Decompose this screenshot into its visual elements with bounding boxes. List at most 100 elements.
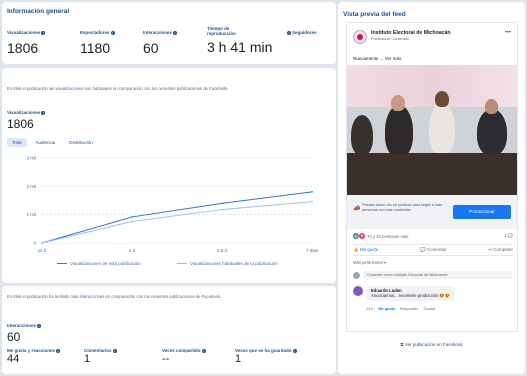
- chart-point: [41, 242, 43, 244]
- info-icon[interactable]: i: [41, 30, 46, 35]
- chart-y-tick: 3 mil: [26, 156, 36, 161]
- interactions-note: En total el publicación ha recibido más …: [7, 294, 222, 299]
- like-label: Me gusta: [359, 247, 379, 252]
- comments-count-row[interactable]: 1 💬: [504, 233, 513, 239]
- overview-card: Información general Visualizaciones i 18…: [2, 2, 336, 64]
- comment-reply-button[interactable]: Responder: [400, 307, 419, 311]
- tab-distribution[interactable]: Distribución: [64, 138, 98, 147]
- metric-viewers: Espectadores i 1180: [80, 30, 115, 56]
- preview-title: Vista previa del feed: [343, 11, 406, 18]
- comment-text: Anunciamos... excelente producción 😍😍: [371, 293, 450, 298]
- page-logo-icon[interactable]: [353, 30, 367, 44]
- reactions-summary[interactable]: 👍 ♥ Tú y 43 personas más: [353, 233, 408, 239]
- chart-point: [221, 208, 223, 211]
- comment-like-button[interactable]: Me gusta: [378, 307, 394, 311]
- facebook-post: Instituto Electoral de Michoacán Publica…: [346, 22, 518, 332]
- sub-saved-label: Veces que se ha guardado: [235, 348, 292, 353]
- megaphone-icon: 📣: [353, 206, 361, 212]
- sub-comments-value: 1: [84, 353, 91, 365]
- metric-watch-time-value: 3 h 41 min: [207, 39, 273, 55]
- share-button[interactable]: ↪ Compartir: [488, 247, 513, 253]
- sub-reactions-value: 44: [7, 353, 20, 365]
- metric-followers-label: Seguidores: [292, 30, 317, 35]
- comments-count: 1: [504, 233, 507, 238]
- sub-saved: Veces que se ha guardado i 1: [235, 348, 297, 365]
- comment-hide-button[interactable]: Ocultar: [423, 307, 435, 311]
- view-on-facebook-link[interactable]: ⧉ Ver publicación en Facebook: [338, 342, 525, 347]
- comment-sort-dropdown[interactable]: Más pertinentes ▾: [353, 260, 386, 265]
- info-icon[interactable]: i: [292, 348, 297, 353]
- chart-y-tick: 0: [33, 241, 36, 246]
- like-button[interactable]: 👍 Me gusta: [353, 247, 378, 253]
- interactions-value: 60: [7, 330, 21, 344]
- comment-button[interactable]: 💬 Comentar: [420, 247, 447, 253]
- metric-interactions-value: 60: [143, 40, 159, 56]
- photo-person: [385, 105, 413, 157]
- commenter-avatar[interactable]: [353, 286, 363, 296]
- chart-point: [131, 220, 133, 223]
- tab-audience[interactable]: Audiencia: [31, 138, 61, 147]
- photo-table: [347, 153, 517, 195]
- comment-label: Comentar: [426, 247, 447, 252]
- chart-point: [221, 202, 223, 205]
- chart-x-tick: 12 h: [38, 248, 47, 253]
- metric-views: Visualizaciones i 1806: [7, 30, 46, 56]
- views-note: En total el publicación las visualizacio…: [7, 86, 229, 91]
- avatar: [353, 271, 360, 279]
- post-meta: Publicación Contenido: [371, 37, 409, 41]
- chart-legend-label: Visualizaciones habituales de tu publica…: [190, 261, 278, 266]
- post-photo[interactable]: [347, 65, 517, 195]
- info-icon[interactable]: i: [56, 348, 61, 353]
- photo-person: [351, 115, 373, 155]
- info-icon[interactable]: i: [37, 323, 42, 328]
- photo-person: [391, 95, 405, 111]
- share-label: Compartir: [493, 247, 513, 252]
- info-icon[interactable]: i: [201, 348, 206, 353]
- views-label-row: Visualizaciones i: [7, 110, 46, 115]
- tab-total[interactable]: Total: [7, 138, 27, 147]
- metric-viewers-value: 1180: [80, 40, 111, 56]
- metric-followers: i Seguidores: [287, 30, 317, 40]
- photo-person: [485, 99, 498, 114]
- interactions-card: En total el publicación ha recibido más …: [2, 286, 336, 374]
- page-name[interactable]: Instituto Electoral de Michoacán: [371, 30, 451, 36]
- sub-shares: Veces compartido i --: [162, 348, 206, 365]
- comment-input[interactable]: Comenta como Instituto Electoral de Mich…: [363, 271, 513, 279]
- chart-x-tick: 2 d: [129, 248, 136, 253]
- more-options-icon[interactable]: •••: [505, 30, 511, 36]
- metric-viewers-label: Espectadores: [80, 30, 110, 35]
- info-icon[interactable]: i: [287, 30, 291, 35]
- photo-person: [435, 91, 449, 107]
- interactions-label: Interacciones: [7, 323, 37, 328]
- comment-item: Eduardo Luden Anunciamos... excelente pr…: [353, 286, 455, 301]
- photo-person: [429, 103, 455, 155]
- chart-point: [131, 216, 133, 218]
- metric-views-value: 1806: [7, 40, 39, 56]
- sub-shares-value: --: [162, 353, 170, 365]
- overview-title: Información general: [7, 8, 70, 15]
- comment-time: 13 h: [366, 307, 374, 311]
- chart-y-tick: 1 mil: [26, 212, 36, 217]
- post-actions: 👍 Me gusta 💬 Comentar ↪ Compartir: [353, 244, 513, 256]
- info-icon[interactable]: i: [112, 348, 117, 353]
- feed-preview-card: Vista previa del feed Instituto Electora…: [338, 2, 525, 374]
- comment-box: Comenta como Instituto Electoral de Mich…: [353, 270, 513, 280]
- sub-reactions: Me gusta y reacciones i 44: [7, 348, 61, 365]
- metric-views-label: Visualizaciones: [7, 30, 41, 35]
- metric-watch-time-label: Tiempo de reproducción: [207, 26, 236, 36]
- info-icon[interactable]: i: [173, 30, 178, 35]
- interactions-label-row: Interacciones i: [7, 323, 42, 328]
- sub-comments: Comentarios i 1: [84, 348, 117, 365]
- promote-button[interactable]: Promocionar: [453, 205, 511, 219]
- photo-person: [477, 109, 507, 155]
- metric-watch-time: Tiempo de reproducción 3 h 41 min: [207, 26, 272, 55]
- chart-point: [311, 200, 313, 203]
- metric-interactions-label: Interacciones: [143, 30, 173, 35]
- sub-saved-value: 1: [235, 353, 242, 365]
- post-description[interactable]: Nuevamente ... Ver más: [353, 56, 401, 61]
- info-icon[interactable]: i: [110, 30, 115, 35]
- comment-meta: 13 h Me gusta Responder Ocultar: [366, 307, 436, 311]
- comment-bubble: Eduardo Luden Anunciamos... excelente pr…: [366, 286, 455, 301]
- views-label: Visualizaciones: [7, 110, 41, 115]
- info-icon[interactable]: i: [41, 110, 46, 115]
